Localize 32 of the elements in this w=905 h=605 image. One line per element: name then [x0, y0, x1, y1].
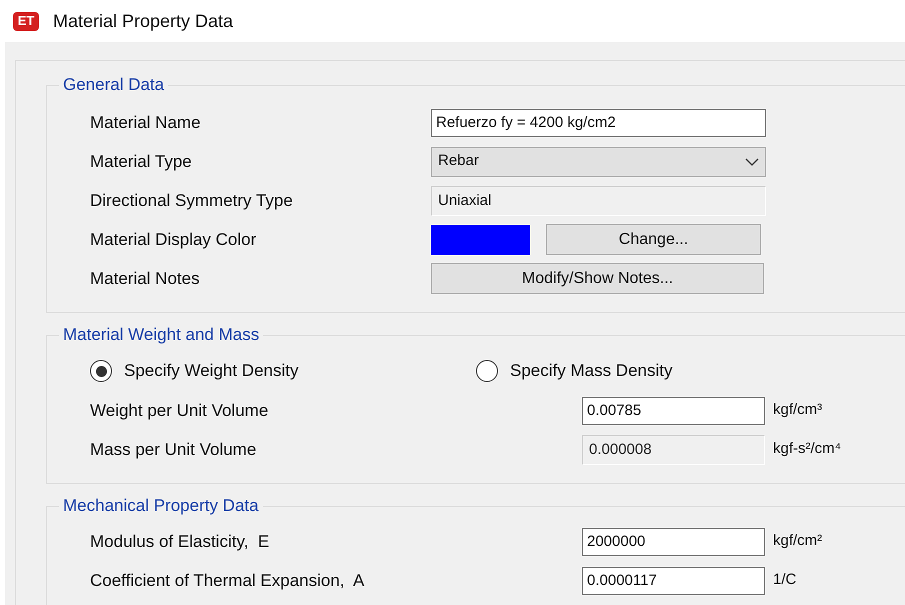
radio-button[interactable] — [90, 360, 112, 382]
notes-button[interactable]: Modify/Show Notes... — [431, 263, 764, 294]
radio-button[interactable] — [476, 360, 498, 382]
unit-label: kgf-s²/cm⁴ — [773, 439, 842, 460]
unit-label: 1/C — [773, 570, 796, 590]
field-label: Weight per Unit Volume — [90, 400, 268, 420]
value-field[interactable]: 0.00785 — [582, 396, 765, 424]
text-field[interactable]: Refuerzo fy = 4200 kg/cm2 — [431, 108, 766, 136]
value-field[interactable]: 0.0000117 — [582, 566, 765, 594]
field-label: Material Type — [90, 152, 192, 170]
field-label: Modulus of Elasticity, E — [90, 532, 270, 550]
radio-option[interactable]: Specify Mass Density — [476, 358, 736, 384]
unit-label: kgf/cm³ — [773, 400, 822, 420]
group-title: General Data — [62, 75, 166, 95]
color-swatch[interactable] — [431, 224, 530, 254]
radio-option[interactable]: Specify Weight Density — [90, 358, 476, 384]
field-label: Material Notes — [90, 268, 200, 288]
app-logo: ET — [13, 12, 39, 30]
field-label: Coefficient of Thermal Expansion, A — [90, 570, 364, 590]
field-label: Directional Symmetry Type — [90, 190, 293, 210]
group-title: Mechanical Property Data — [62, 496, 260, 516]
chevron-down-icon — [745, 158, 759, 166]
field-label: Material Name — [90, 112, 201, 132]
value-field[interactable]: 2000000 — [582, 528, 765, 556]
group-title: Material Weight and Mass — [62, 325, 260, 345]
window-title: Material Property Data — [53, 10, 234, 33]
field-label: Material Display Color — [90, 230, 256, 248]
field-label: Mass per Unit Volume — [90, 440, 256, 458]
dropdown[interactable]: Rebar — [431, 146, 766, 176]
unit-label: kgf/cm² — [773, 531, 822, 552]
change-button[interactable]: Change... — [546, 224, 761, 255]
readonly-field[interactable]: Uniaxial — [431, 186, 766, 216]
